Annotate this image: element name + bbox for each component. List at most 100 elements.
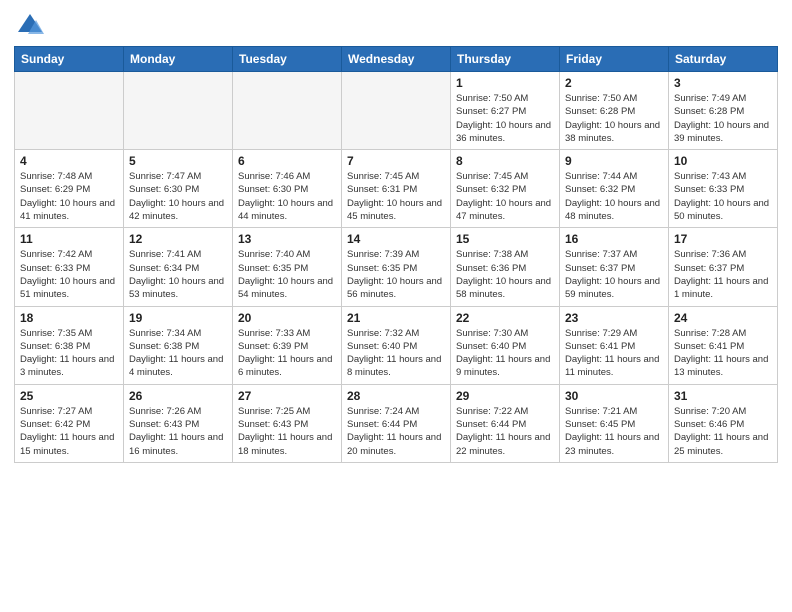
day-number: 19 bbox=[129, 311, 227, 325]
day-info: Sunrise: 7:34 AMSunset: 6:38 PMDaylight:… bbox=[129, 327, 227, 380]
day-number: 15 bbox=[456, 232, 554, 246]
day-cell: 31 Sunrise: 7:20 AMSunset: 6:46 PMDayligh… bbox=[669, 384, 778, 462]
day-cell: 3 Sunrise: 7:49 AMSunset: 6:28 PMDaylight… bbox=[669, 72, 778, 150]
day-number: 6 bbox=[238, 154, 336, 168]
day-header-thursday: Thursday bbox=[451, 47, 560, 72]
day-info: Sunrise: 7:36 AMSunset: 6:37 PMDaylight:… bbox=[674, 248, 772, 301]
day-cell bbox=[15, 72, 124, 150]
day-info: Sunrise: 7:50 AMSunset: 6:27 PMDaylight:… bbox=[456, 92, 554, 145]
day-cell bbox=[124, 72, 233, 150]
day-cell: 10 Sunrise: 7:43 AMSunset: 6:33 PMDayligh… bbox=[669, 150, 778, 228]
day-cell: 20 Sunrise: 7:33 AMSunset: 6:39 PMDayligh… bbox=[233, 306, 342, 384]
day-number: 25 bbox=[20, 389, 118, 403]
day-number: 4 bbox=[20, 154, 118, 168]
day-number: 7 bbox=[347, 154, 445, 168]
day-info: Sunrise: 7:45 AMSunset: 6:32 PMDaylight:… bbox=[456, 170, 554, 223]
day-cell: 15 Sunrise: 7:38 AMSunset: 6:36 PMDayligh… bbox=[451, 228, 560, 306]
day-cell: 19 Sunrise: 7:34 AMSunset: 6:38 PMDayligh… bbox=[124, 306, 233, 384]
day-cell: 30 Sunrise: 7:21 AMSunset: 6:45 PMDayligh… bbox=[560, 384, 669, 462]
day-info: Sunrise: 7:38 AMSunset: 6:36 PMDaylight:… bbox=[456, 248, 554, 301]
day-number: 1 bbox=[456, 76, 554, 90]
day-number: 13 bbox=[238, 232, 336, 246]
day-cell: 1 Sunrise: 7:50 AMSunset: 6:27 PMDaylight… bbox=[451, 72, 560, 150]
week-row-2: 4 Sunrise: 7:48 AMSunset: 6:29 PMDaylight… bbox=[15, 150, 778, 228]
day-number: 21 bbox=[347, 311, 445, 325]
day-number: 12 bbox=[129, 232, 227, 246]
day-info: Sunrise: 7:42 AMSunset: 6:33 PMDaylight:… bbox=[20, 248, 118, 301]
day-cell: 26 Sunrise: 7:26 AMSunset: 6:43 PMDayligh… bbox=[124, 384, 233, 462]
day-cell: 13 Sunrise: 7:40 AMSunset: 6:35 PMDayligh… bbox=[233, 228, 342, 306]
day-number: 9 bbox=[565, 154, 663, 168]
header bbox=[14, 10, 778, 38]
day-info: Sunrise: 7:50 AMSunset: 6:28 PMDaylight:… bbox=[565, 92, 663, 145]
day-info: Sunrise: 7:44 AMSunset: 6:32 PMDaylight:… bbox=[565, 170, 663, 223]
day-cell: 6 Sunrise: 7:46 AMSunset: 6:30 PMDaylight… bbox=[233, 150, 342, 228]
day-info: Sunrise: 7:28 AMSunset: 6:41 PMDaylight:… bbox=[674, 327, 772, 380]
day-number: 31 bbox=[674, 389, 772, 403]
day-cell: 29Sunrise: 7:22 AMSunset: 6:44 PMDayligh… bbox=[451, 384, 560, 462]
day-number: 16 bbox=[565, 232, 663, 246]
day-cell: 24 Sunrise: 7:28 AMSunset: 6:41 PMDayligh… bbox=[669, 306, 778, 384]
day-info: Sunrise: 7:30 AMSunset: 6:40 PMDaylight:… bbox=[456, 327, 554, 380]
day-header-saturday: Saturday bbox=[669, 47, 778, 72]
day-info: Sunrise: 7:40 AMSunset: 6:35 PMDaylight:… bbox=[238, 248, 336, 301]
day-info: Sunrise: 7:41 AMSunset: 6:34 PMDaylight:… bbox=[129, 248, 227, 301]
day-cell: 22Sunrise: 7:30 AMSunset: 6:40 PMDayligh… bbox=[451, 306, 560, 384]
day-info: Sunrise: 7:39 AMSunset: 6:35 PMDaylight:… bbox=[347, 248, 445, 301]
day-header-tuesday: Tuesday bbox=[233, 47, 342, 72]
day-info: Sunrise: 7:29 AMSunset: 6:41 PMDaylight:… bbox=[565, 327, 663, 380]
day-header-monday: Monday bbox=[124, 47, 233, 72]
day-number: 30 bbox=[565, 389, 663, 403]
day-info: Sunrise: 7:48 AMSunset: 6:29 PMDaylight:… bbox=[20, 170, 118, 223]
day-cell: 8 Sunrise: 7:45 AMSunset: 6:32 PMDaylight… bbox=[451, 150, 560, 228]
day-number: 26 bbox=[129, 389, 227, 403]
day-info: Sunrise: 7:24 AMSunset: 6:44 PMDaylight:… bbox=[347, 405, 445, 458]
day-number: 27 bbox=[238, 389, 336, 403]
day-number: 8 bbox=[456, 154, 554, 168]
day-number: 24 bbox=[674, 311, 772, 325]
day-header-sunday: Sunday bbox=[15, 47, 124, 72]
day-number: 5 bbox=[129, 154, 227, 168]
day-cell: 23Sunrise: 7:29 AMSunset: 6:41 PMDayligh… bbox=[560, 306, 669, 384]
day-info: Sunrise: 7:26 AMSunset: 6:43 PMDaylight:… bbox=[129, 405, 227, 458]
day-info: Sunrise: 7:32 AMSunset: 6:40 PMDaylight:… bbox=[347, 327, 445, 380]
week-row-5: 25 Sunrise: 7:27 AMSunset: 6:42 PMDayligh… bbox=[15, 384, 778, 462]
day-header-friday: Friday bbox=[560, 47, 669, 72]
day-cell: 12 Sunrise: 7:41 AMSunset: 6:34 PMDayligh… bbox=[124, 228, 233, 306]
day-info: Sunrise: 7:21 AMSunset: 6:45 PMDaylight:… bbox=[565, 405, 663, 458]
day-number: 3 bbox=[674, 76, 772, 90]
day-cell bbox=[342, 72, 451, 150]
day-info: Sunrise: 7:37 AMSunset: 6:37 PMDaylight:… bbox=[565, 248, 663, 301]
day-info: Sunrise: 7:35 AMSunset: 6:38 PMDaylight:… bbox=[20, 327, 118, 380]
day-cell: 7Sunrise: 7:45 AMSunset: 6:31 PMDaylight… bbox=[342, 150, 451, 228]
day-info: Sunrise: 7:27 AMSunset: 6:42 PMDaylight:… bbox=[20, 405, 118, 458]
day-info: Sunrise: 7:49 AMSunset: 6:28 PMDaylight:… bbox=[674, 92, 772, 145]
day-info: Sunrise: 7:33 AMSunset: 6:39 PMDaylight:… bbox=[238, 327, 336, 380]
day-number: 14 bbox=[347, 232, 445, 246]
day-info: Sunrise: 7:47 AMSunset: 6:30 PMDaylight:… bbox=[129, 170, 227, 223]
day-number: 11 bbox=[20, 232, 118, 246]
day-cell: 16 Sunrise: 7:37 AMSunset: 6:37 PMDayligh… bbox=[560, 228, 669, 306]
logo-icon bbox=[16, 10, 44, 38]
day-cell: 9 Sunrise: 7:44 AMSunset: 6:32 PMDaylight… bbox=[560, 150, 669, 228]
day-header-wednesday: Wednesday bbox=[342, 47, 451, 72]
day-number: 2 bbox=[565, 76, 663, 90]
day-cell bbox=[233, 72, 342, 150]
day-number: 20 bbox=[238, 311, 336, 325]
day-info: Sunrise: 7:43 AMSunset: 6:33 PMDaylight:… bbox=[674, 170, 772, 223]
week-row-1: 1 Sunrise: 7:50 AMSunset: 6:27 PMDaylight… bbox=[15, 72, 778, 150]
day-header-row: SundayMondayTuesdayWednesdayThursdayFrid… bbox=[15, 47, 778, 72]
week-row-4: 18 Sunrise: 7:35 AMSunset: 6:38 PMDayligh… bbox=[15, 306, 778, 384]
day-number: 10 bbox=[674, 154, 772, 168]
day-number: 18 bbox=[20, 311, 118, 325]
day-cell: 2 Sunrise: 7:50 AMSunset: 6:28 PMDaylight… bbox=[560, 72, 669, 150]
day-info: Sunrise: 7:20 AMSunset: 6:46 PMDaylight:… bbox=[674, 405, 772, 458]
day-info: Sunrise: 7:25 AMSunset: 6:43 PMDaylight:… bbox=[238, 405, 336, 458]
day-cell: 18 Sunrise: 7:35 AMSunset: 6:38 PMDayligh… bbox=[15, 306, 124, 384]
day-number: 17 bbox=[674, 232, 772, 246]
day-info: Sunrise: 7:22 AMSunset: 6:44 PMDaylight:… bbox=[456, 405, 554, 458]
day-info: Sunrise: 7:46 AMSunset: 6:30 PMDaylight:… bbox=[238, 170, 336, 223]
day-cell: 11 Sunrise: 7:42 AMSunset: 6:33 PMDayligh… bbox=[15, 228, 124, 306]
day-cell: 25 Sunrise: 7:27 AMSunset: 6:42 PMDayligh… bbox=[15, 384, 124, 462]
week-row-3: 11 Sunrise: 7:42 AMSunset: 6:33 PMDayligh… bbox=[15, 228, 778, 306]
